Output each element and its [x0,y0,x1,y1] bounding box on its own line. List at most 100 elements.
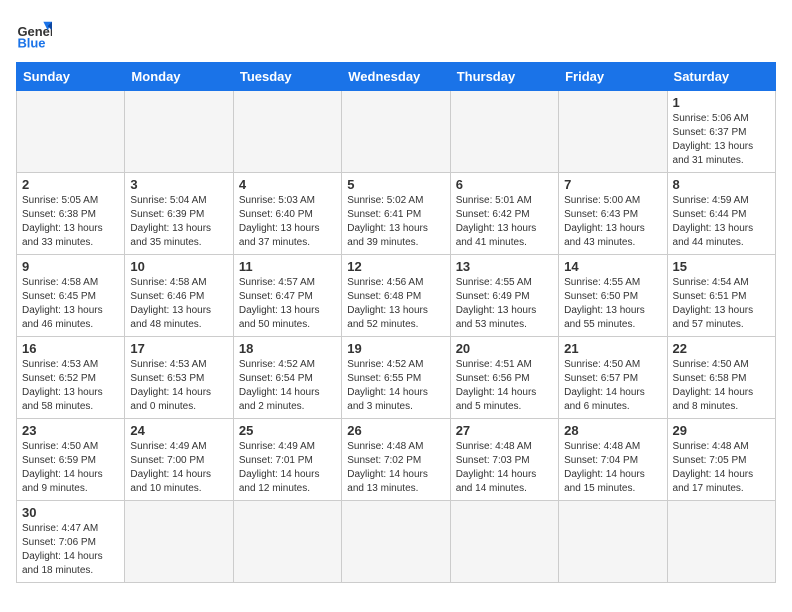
logo: General Blue [16,16,52,52]
day-cell: 26 Sunrise: 4:48 AM Sunset: 7:02 PM Dayli… [342,419,450,501]
day-number: 13 [456,259,553,274]
day-cell [125,91,233,173]
day-number: 29 [673,423,770,438]
header-row: SundayMondayTuesdayWednesdayThursdayFrid… [17,63,776,91]
day-cell: 4 Sunrise: 5:03 AM Sunset: 6:40 PM Daylig… [233,173,341,255]
day-info: Sunrise: 4:57 AM Sunset: 6:47 PM Dayligh… [239,276,336,332]
day-cell: 6 Sunrise: 5:01 AM Sunset: 6:42 PM Daylig… [450,173,558,255]
day-info: Sunrise: 4:58 AM Sunset: 6:45 PM Dayligh… [22,276,119,332]
day-cell: 15Sunrise: 4:54 AM Sunset: 6:51 PM Dayli… [667,255,775,337]
day-info: Sunrise: 4:50 AM Sunset: 6:57 PM Dayligh… [564,358,661,414]
day-cell [559,91,667,173]
day-info: Sunrise: 4:52 AM Sunset: 6:55 PM Dayligh… [347,358,444,414]
day-info: Sunrise: 4:49 AM Sunset: 7:01 PM Dayligh… [239,440,336,496]
day-info: Sunrise: 5:01 AM Sunset: 6:42 PM Dayligh… [456,194,553,250]
day-cell: 23Sunrise: 4:50 AM Sunset: 6:59 PM Dayli… [17,419,125,501]
day-cell: 19Sunrise: 4:52 AM Sunset: 6:55 PM Dayli… [342,337,450,419]
day-info: Sunrise: 4:53 AM Sunset: 6:53 PM Dayligh… [130,358,227,414]
day-number: 20 [456,341,553,356]
day-number: 7 [564,177,661,192]
day-info: Sunrise: 4:47 AM Sunset: 7:06 PM Dayligh… [22,522,119,578]
day-cell: 30 Sunrise: 4:47 AM Sunset: 7:06 PM Dayli… [17,501,125,583]
day-number: 4 [239,177,336,192]
page-header: General Blue [16,16,776,52]
svg-text:Blue: Blue [17,36,45,51]
day-number: 3 [130,177,227,192]
day-info: Sunrise: 4:59 AM Sunset: 6:44 PM Dayligh… [673,194,770,250]
day-number: 15 [673,259,770,274]
day-cell: 22 Sunrise: 4:50 AM Sunset: 6:58 PM Dayli… [667,337,775,419]
day-cell: 5 Sunrise: 5:02 AM Sunset: 6:41 PM Daylig… [342,173,450,255]
day-info: Sunrise: 4:53 AM Sunset: 6:52 PM Dayligh… [22,358,119,414]
day-number: 5 [347,177,444,192]
day-cell [342,501,450,583]
day-number: 9 [22,259,119,274]
day-info: Sunrise: 4:48 AM Sunset: 7:03 PM Dayligh… [456,440,553,496]
day-cell [233,91,341,173]
day-info: Sunrise: 5:00 AM Sunset: 6:43 PM Dayligh… [564,194,661,250]
day-number: 6 [456,177,553,192]
day-info: Sunrise: 4:48 AM Sunset: 7:05 PM Dayligh… [673,440,770,496]
day-cell: 11 Sunrise: 4:57 AM Sunset: 6:47 PM Dayli… [233,255,341,337]
week-row-4: 23Sunrise: 4:50 AM Sunset: 6:59 PM Dayli… [17,419,776,501]
day-cell: 1 Sunrise: 5:06 AM Sunset: 6:37 PM Daylig… [667,91,775,173]
week-row-1: 2Sunrise: 5:05 AM Sunset: 6:38 PM Daylig… [17,173,776,255]
week-row-5: 30 Sunrise: 4:47 AM Sunset: 7:06 PM Dayli… [17,501,776,583]
day-info: Sunrise: 4:52 AM Sunset: 6:54 PM Dayligh… [239,358,336,414]
day-header-saturday: Saturday [667,63,775,91]
day-cell: 25 Sunrise: 4:49 AM Sunset: 7:01 PM Dayli… [233,419,341,501]
day-number: 8 [673,177,770,192]
day-info: Sunrise: 4:51 AM Sunset: 6:56 PM Dayligh… [456,358,553,414]
day-number: 22 [673,341,770,356]
day-cell [233,501,341,583]
week-row-3: 16 Sunrise: 4:53 AM Sunset: 6:52 PM Dayli… [17,337,776,419]
day-cell: 7 Sunrise: 5:00 AM Sunset: 6:43 PM Daylig… [559,173,667,255]
day-info: Sunrise: 4:55 AM Sunset: 6:50 PM Dayligh… [564,276,661,332]
day-number: 11 [239,259,336,274]
day-cell [17,91,125,173]
day-cell [342,91,450,173]
calendar-body: 1 Sunrise: 5:06 AM Sunset: 6:37 PM Daylig… [17,91,776,583]
day-cell: 14 Sunrise: 4:55 AM Sunset: 6:50 PM Dayli… [559,255,667,337]
day-cell: 29 Sunrise: 4:48 AM Sunset: 7:05 PM Dayli… [667,419,775,501]
day-info: Sunrise: 4:48 AM Sunset: 7:02 PM Dayligh… [347,440,444,496]
day-number: 2 [22,177,119,192]
day-number: 10 [130,259,227,274]
day-cell [450,91,558,173]
day-info: Sunrise: 4:48 AM Sunset: 7:04 PM Dayligh… [564,440,661,496]
calendar-header: SundayMondayTuesdayWednesdayThursdayFrid… [17,63,776,91]
day-number: 12 [347,259,444,274]
day-cell: 12Sunrise: 4:56 AM Sunset: 6:48 PM Dayli… [342,255,450,337]
day-number: 23 [22,423,119,438]
day-cell: 8 Sunrise: 4:59 AM Sunset: 6:44 PM Daylig… [667,173,775,255]
day-info: Sunrise: 4:49 AM Sunset: 7:00 PM Dayligh… [130,440,227,496]
day-number: 1 [673,95,770,110]
day-info: Sunrise: 5:06 AM Sunset: 6:37 PM Dayligh… [673,112,770,168]
day-number: 14 [564,259,661,274]
calendar-table: SundayMondayTuesdayWednesdayThursdayFrid… [16,62,776,583]
day-info: Sunrise: 5:03 AM Sunset: 6:40 PM Dayligh… [239,194,336,250]
day-number: 26 [347,423,444,438]
day-number: 30 [22,505,119,520]
day-info: Sunrise: 5:02 AM Sunset: 6:41 PM Dayligh… [347,194,444,250]
day-number: 16 [22,341,119,356]
day-cell: 18Sunrise: 4:52 AM Sunset: 6:54 PM Dayli… [233,337,341,419]
day-cell: 3 Sunrise: 5:04 AM Sunset: 6:39 PM Daylig… [125,173,233,255]
day-header-monday: Monday [125,63,233,91]
day-cell: 16 Sunrise: 4:53 AM Sunset: 6:52 PM Dayli… [17,337,125,419]
day-cell: 21 Sunrise: 4:50 AM Sunset: 6:57 PM Dayli… [559,337,667,419]
day-number: 21 [564,341,661,356]
day-info: Sunrise: 4:50 AM Sunset: 6:58 PM Dayligh… [673,358,770,414]
week-row-2: 9 Sunrise: 4:58 AM Sunset: 6:45 PM Daylig… [17,255,776,337]
day-cell: 20 Sunrise: 4:51 AM Sunset: 6:56 PM Dayli… [450,337,558,419]
day-cell [125,501,233,583]
day-number: 28 [564,423,661,438]
day-info: Sunrise: 5:04 AM Sunset: 6:39 PM Dayligh… [130,194,227,250]
week-row-0: 1 Sunrise: 5:06 AM Sunset: 6:37 PM Daylig… [17,91,776,173]
logo-icon: General Blue [16,16,52,52]
day-header-sunday: Sunday [17,63,125,91]
day-number: 27 [456,423,553,438]
day-number: 25 [239,423,336,438]
day-cell: 28 Sunrise: 4:48 AM Sunset: 7:04 PM Dayli… [559,419,667,501]
day-cell: 24Sunrise: 4:49 AM Sunset: 7:00 PM Dayli… [125,419,233,501]
